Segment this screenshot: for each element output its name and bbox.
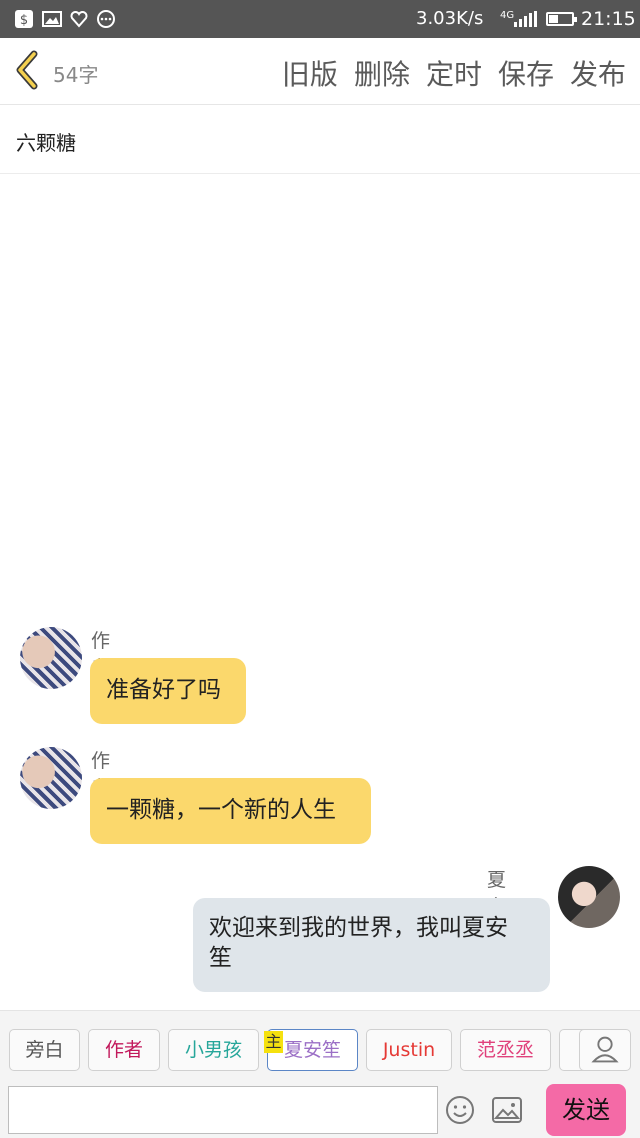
story-title: 六颗糖 — [16, 131, 76, 155]
message-input[interactable] — [8, 1086, 438, 1134]
author-avatar[interactable] — [20, 747, 82, 809]
role-chip-little-boy[interactable]: 小男孩 — [168, 1029, 259, 1071]
message-text-line: 欢迎来到我的世界，我叫夏安 — [209, 915, 508, 941]
old-version-button[interactable]: 旧版 — [282, 53, 338, 93]
image-picker-icon[interactable] — [492, 1097, 522, 1123]
toolbar-actions: 旧版 删除 定时 保存 发布 — [282, 53, 626, 93]
publish-button[interactable]: 发布 — [570, 53, 626, 93]
clock: 21:15 — [581, 8, 636, 30]
message-bubble[interactable]: 欢迎来到我的世界，我叫夏安 笙 — [193, 898, 550, 992]
status-bar: $ 3.03K/s 4G 21:15 — [0, 0, 640, 38]
manage-roles-button[interactable] — [579, 1029, 631, 1071]
image-icon — [42, 11, 62, 27]
wallet-icon: $ — [15, 10, 33, 28]
editor-toolbar: 54字 旧版 删除 定时 保存 发布 — [0, 38, 640, 105]
author-avatar[interactable] — [20, 627, 82, 689]
role-chip-justin[interactable]: Justin — [366, 1029, 452, 1071]
signal-icon — [514, 11, 538, 27]
role-chip-author[interactable]: 作者 — [88, 1029, 160, 1071]
schedule-button[interactable]: 定时 — [426, 53, 482, 93]
composer: 发送 — [0, 1084, 640, 1138]
person-icon — [591, 1036, 619, 1063]
svg-text:$: $ — [20, 13, 28, 28]
network-type: 4G — [500, 10, 515, 21]
message-bubble[interactable]: 一颗糖，一个新的人生 — [90, 778, 371, 844]
send-button[interactable]: 发送 — [546, 1084, 626, 1136]
main-role-badge: 主 — [264, 1031, 283, 1053]
battery-icon — [546, 12, 577, 26]
role-selector: 旁白 作者 小男孩 夏安笙 Justin 范丞丞 主 — [0, 1010, 640, 1087]
word-count: 54字 — [53, 63, 99, 87]
heart-icon — [70, 11, 88, 28]
message-bubble[interactable]: 准备好了吗 — [90, 658, 246, 724]
message-text: 准备好了吗 — [106, 677, 221, 703]
back-arrow-icon[interactable] — [10, 50, 46, 90]
message-text-line: 笙 — [209, 945, 232, 971]
emoji-icon[interactable] — [445, 1095, 475, 1125]
delete-button[interactable]: 删除 — [354, 53, 410, 93]
story-title-bar[interactable]: 六颗糖 — [0, 105, 640, 174]
character-avatar[interactable] — [558, 866, 620, 928]
more-icon — [97, 10, 115, 28]
message-text: 一颗糖，一个新的人生 — [106, 797, 336, 823]
network-speed: 3.03K/s — [416, 8, 484, 29]
role-chip-fan-chengcheng[interactable]: 范丞丞 — [460, 1029, 551, 1071]
save-button[interactable]: 保存 — [498, 53, 554, 93]
role-chip-narrator[interactable]: 旁白 — [9, 1029, 80, 1071]
